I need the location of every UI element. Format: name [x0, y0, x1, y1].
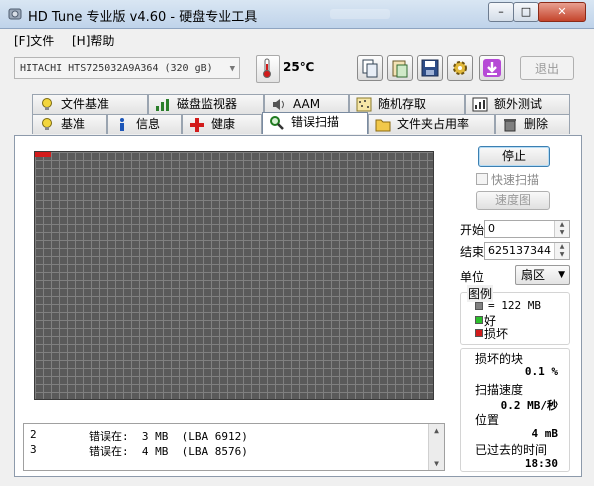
extra-tests-icon: [472, 97, 488, 112]
error-scan-block-map: [34, 151, 434, 400]
scroll-down-icon[interactable]: ▼: [429, 457, 444, 470]
paste-icon: [392, 60, 408, 78]
info-bulb-icon: [42, 98, 52, 110]
bad-block: [35, 152, 51, 157]
paste-button[interactable]: [387, 55, 413, 81]
options-icon: [453, 61, 467, 75]
unit-select[interactable]: 扇区 ▼: [515, 265, 570, 285]
end-field[interactable]: 625137344 ▲ ▼: [484, 242, 570, 260]
title-glare: [330, 9, 390, 19]
unit-select-value: 扇区: [521, 268, 546, 282]
stop-button[interactable]: 停止: [478, 146, 550, 167]
tab-disk-monitor[interactable]: 磁盘监视器: [148, 94, 264, 114]
exit-button[interactable]: 退出: [520, 56, 574, 80]
menu-help[interactable]: [H]帮助: [72, 32, 114, 49]
tab-label: 文件夹占用率: [397, 117, 470, 131]
tab-error-scan[interactable]: 错误扫描: [262, 112, 368, 134]
tab-label: 错误扫描: [291, 115, 340, 129]
log-scrollbar[interactable]: ▲ ▼: [428, 424, 444, 470]
position-label: 位置: [475, 413, 500, 427]
temperature-value: 25℃: [283, 60, 315, 74]
save-icon: [421, 59, 439, 77]
elapsed-label: 已过去的时间: [475, 443, 548, 457]
trash-icon: [504, 119, 516, 132]
spin-arrows-icon[interactable]: ▲ ▼: [554, 221, 569, 237]
download-button[interactable]: [479, 55, 505, 81]
drive-select-value: HITACHI HTS725032A9A364 (320 gB): [20, 63, 213, 74]
spin-arrows-icon[interactable]: ▲ ▼: [554, 243, 569, 259]
tab-info[interactable]: 信息: [107, 114, 182, 134]
folder-icon: [375, 119, 391, 132]
chevron-down-icon: ▼: [558, 270, 565, 280]
bulb-icon: [42, 118, 52, 130]
legend-good-swatch: [475, 316, 483, 324]
toolbar: HITACHI HTS725032A9A364 (320 gB) ▼ 25℃ 退…: [0, 51, 594, 89]
monitor-chart-icon: [156, 99, 169, 111]
quick-scan-checkbox[interactable]: [476, 173, 488, 185]
start-field[interactable]: 0 ▲ ▼: [484, 220, 570, 238]
start-label: 开始: [460, 223, 485, 237]
save-button[interactable]: [417, 55, 443, 81]
options-button[interactable]: [447, 55, 473, 81]
scan-speed-label: 扫描速度: [475, 383, 524, 397]
tab-benchmark[interactable]: 基准: [32, 114, 107, 134]
health-cross-icon: [190, 118, 204, 132]
copy-icon: [362, 59, 378, 78]
title-bar: HD Tune 专业版 v4.60 - 硬盘专业工具 – □ ✕: [0, 0, 594, 29]
tab-label: 基准: [61, 117, 86, 131]
tab-label: 信息: [136, 117, 161, 131]
maximize-button[interactable]: □: [513, 2, 539, 22]
start-value: 0: [488, 222, 495, 235]
position-value: 4 mB: [531, 427, 559, 440]
quick-scan-label: 快速扫描: [491, 173, 540, 187]
scroll-up-icon[interactable]: ▲: [429, 424, 444, 437]
end-value: 625137344: [488, 244, 551, 257]
info-icon: [120, 118, 124, 131]
tab-extra-tests[interactable]: 额外测试: [465, 94, 570, 114]
app-icon: [8, 8, 22, 20]
temperature-icon[interactable]: [256, 55, 280, 83]
scan-speed-value: 0.2 MB/秒: [500, 399, 558, 412]
close-button[interactable]: ✕: [538, 2, 586, 22]
legend-block-swatch: [475, 302, 483, 310]
speed-map-button[interactable]: 速度图: [476, 191, 550, 210]
tab-folder-usage[interactable]: 文件夹占用率: [368, 114, 495, 134]
unit-label: 单位: [460, 270, 485, 284]
tab-label: 随机存取: [378, 97, 427, 111]
legend-block-size: = 122 MB: [488, 299, 541, 312]
legend-bad-swatch: [475, 329, 483, 337]
chevron-down-icon: ▼: [229, 64, 235, 74]
tab-label: 健康: [211, 117, 236, 131]
window-title: HD Tune 专业版 v4.60 - 硬盘专业工具: [28, 10, 258, 25]
tab-aam[interactable]: AAM: [264, 94, 349, 114]
tab-label: 文件基准: [61, 97, 110, 111]
elapsed-value: 18:30: [524, 457, 558, 470]
end-label: 结束: [460, 245, 485, 259]
log-row-number: 3: [30, 443, 37, 456]
tab-label: 额外测试: [494, 97, 543, 111]
tab-label: 磁盘监视器: [177, 97, 238, 111]
legend-bad-label: 损坏: [484, 327, 509, 341]
damaged-label: 损坏的块: [475, 352, 524, 366]
speaker-icon: [273, 99, 284, 110]
damaged-value: 0.1 %: [524, 365, 558, 378]
minimize-button[interactable]: –: [488, 2, 514, 22]
tab-file-benchmark[interactable]: 文件基准: [32, 94, 148, 114]
log-row-text: 错误在: 3 MB (LBA 6912): [89, 430, 248, 443]
error-log[interactable]: 2 错误在: 3 MB (LBA 6912) 3 错误在: 4 MB (LBA …: [23, 423, 445, 471]
magnifier-icon: [270, 116, 284, 130]
tab-delete[interactable]: 删除: [495, 114, 570, 134]
log-row-text: 错误在: 4 MB (LBA 8576): [89, 445, 248, 458]
menu-bar: [F]文件 [H]帮助: [0, 29, 594, 51]
menu-file[interactable]: [F]文件: [14, 32, 54, 49]
copy-button[interactable]: [357, 55, 383, 81]
log-row-number: 2: [30, 428, 37, 441]
tab-label: 删除: [524, 117, 549, 131]
tab-random-access[interactable]: 随机存取: [349, 94, 465, 114]
drive-select[interactable]: HITACHI HTS725032A9A364 (320 gB) ▼: [14, 57, 240, 79]
random-access-icon: [356, 97, 372, 112]
tab-health[interactable]: 健康: [182, 114, 262, 134]
download-icon: [483, 59, 501, 77]
